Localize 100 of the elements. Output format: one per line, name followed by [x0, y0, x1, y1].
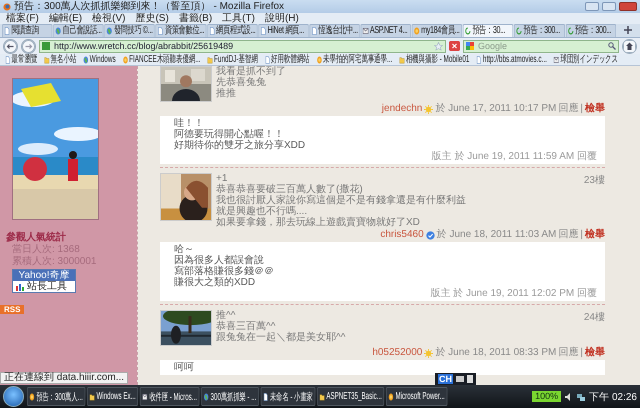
- page-icon: [209, 27, 215, 35]
- bookmark-item[interactable]: 無名小站: [41, 54, 80, 65]
- folder-icon: [208, 56, 213, 64]
- bookmark-item[interactable]: 好用軟體網站: [262, 54, 313, 65]
- clock: 下午 02:26: [589, 390, 637, 404]
- browser-tab[interactable]: 閱讀查詢: [2, 24, 52, 37]
- sun-icon: [424, 104, 434, 114]
- bookmark-item[interactable]: 相機與攝影 - Mobile01: [396, 54, 473, 65]
- globe-icon: [83, 56, 88, 64]
- stats-title: 參觀人氣統計: [6, 230, 66, 244]
- taskbar-item[interactable]: Microsoft Power...: [386, 387, 448, 406]
- bookmark-item[interactable]: 未學拍的阿宅萬事通學...: [313, 54, 396, 65]
- comment-text: 推^^: [216, 310, 236, 321]
- browser-tab[interactable]: 預告：300...: [514, 24, 565, 37]
- search-icon[interactable]: [608, 42, 616, 50]
- home-button[interactable]: [622, 38, 637, 54]
- bookmark-item[interactable]: Windows: [80, 54, 119, 65]
- comment-time: 於 June 17, 2011 10:17 PM: [435, 103, 556, 115]
- comment-text: 恭喜三百萬^^: [216, 321, 276, 332]
- reply-text: 哇！！: [174, 118, 204, 129]
- menu-item[interactable]: 歷史(S): [135, 13, 169, 24]
- circle-icon: [29, 392, 34, 400]
- author-link[interactable]: jendechn: [382, 103, 422, 115]
- bookmark-item[interactable]: 最常瀏覽: [2, 54, 40, 65]
- menu-item[interactable]: 說明(H): [264, 13, 299, 24]
- reply-text: 因為很多人都誤會說: [174, 255, 264, 266]
- author-link[interactable]: chris5460: [380, 229, 424, 241]
- browser-tab[interactable]: 預告：30...: [463, 24, 514, 37]
- report-link[interactable]: 檢舉: [585, 347, 605, 359]
- globe-icon: [55, 27, 62, 35]
- taskbar-item[interactable]: 未命名 - 小畫家: [260, 387, 316, 406]
- author-link[interactable]: h05252000: [372, 347, 422, 359]
- bookmark-item[interactable]: FIANCEE木頭聽表優網...: [120, 54, 204, 65]
- bookmark-item[interactable]: FundDJ-基智網: [204, 54, 261, 65]
- browser-tab[interactable]: 預告：300...: [565, 24, 616, 37]
- menu-item[interactable]: 書籤(B): [178, 13, 212, 24]
- sun-icon: [424, 348, 434, 358]
- address-field[interactable]: http://www.wretch.cc/blog/abrabbit/25619489: [39, 40, 446, 52]
- page-icon: [263, 392, 268, 400]
- minimize-button[interactable]: [585, 2, 599, 11]
- taskbar-item[interactable]: 300萬抓抓樂 - ...: [201, 387, 259, 406]
- page-icon: [5, 56, 10, 64]
- comment-text: 我也很討厭人家說你寫這個是不是有錢拿還是有什麼利益: [216, 195, 467, 206]
- start-button[interactable]: [3, 386, 24, 407]
- page-icon: [260, 27, 266, 35]
- reply-text: 阿德要玩得開心點喔！！: [174, 129, 284, 140]
- separator: |: [580, 103, 583, 115]
- folder-icon: [44, 56, 50, 64]
- comment-time: 於 June 18, 2011 11:03 AM: [436, 229, 556, 241]
- separator: |: [580, 347, 583, 359]
- star-icon[interactable]: [434, 42, 443, 50]
- language-indicator[interactable]: CH: [438, 374, 453, 384]
- firefox-icon: [3, 2, 11, 10]
- comment-text: 就是興趣也不行嗎....: [216, 206, 308, 217]
- spinner-icon: [465, 27, 471, 35]
- folder-icon: [320, 392, 325, 400]
- google-icon[interactable]: [466, 42, 474, 50]
- comment-text: 先恭喜兔兔: [216, 77, 267, 88]
- browser-tab[interactable]: 網頁程式設...: [206, 24, 258, 37]
- comment-text: 推推: [216, 88, 237, 99]
- page-icon: [476, 56, 482, 64]
- floor-number: 23樓: [584, 174, 605, 188]
- maximize-button[interactable]: [602, 2, 616, 11]
- menu-item[interactable]: 工具(T): [222, 13, 255, 24]
- spinner-icon: [516, 27, 522, 35]
- menu-item[interactable]: 檢視(V): [92, 13, 126, 24]
- folder-icon: [90, 392, 95, 400]
- report-link[interactable]: 檢舉: [585, 103, 605, 115]
- taskbar-item[interactable]: 預告：300萬人...: [27, 387, 86, 406]
- bookmark-item[interactable]: http://bbs.atmovies.c...: [473, 54, 550, 65]
- browser-tab[interactable]: HiNet 網頁...: [258, 24, 309, 37]
- taskbar-item[interactable]: 收件匣 - Micros...: [140, 387, 200, 406]
- menu-item[interactable]: 編輯(E): [48, 13, 82, 24]
- webmaster-badge[interactable]: Yahoo!奇摩 站長工具: [12, 269, 76, 293]
- report-link[interactable]: 檢舉: [585, 229, 605, 241]
- browser-tab[interactable]: my184會員...: [412, 24, 462, 37]
- search-field[interactable]: Google: [463, 40, 619, 52]
- reply-text: 賺很大之類的XDD: [174, 277, 256, 288]
- envelope-icon: [362, 27, 368, 35]
- globe-icon: [204, 392, 209, 400]
- reply-time: 版主 於 June 19, 2011 11:59 AM 回覆: [432, 151, 597, 162]
- checkmark-icon: [426, 230, 435, 240]
- bookmark-item[interactable]: 球団別インデックス: [550, 54, 622, 65]
- page-icon: [158, 27, 164, 35]
- back-button[interactable]: [3, 38, 18, 54]
- browser-tab[interactable]: ASP.NET 4...: [360, 24, 412, 37]
- network-icon[interactable]: [577, 392, 586, 400]
- comment-text: 如果要拿錢，那去玩線上遊戲賣寶物就好了XD: [216, 217, 421, 228]
- menu-item[interactable]: 檔案(F): [6, 13, 39, 24]
- taskbar-item[interactable]: Windows Ex...: [87, 387, 138, 406]
- browser-tab[interactable]: 自己會說話...: [53, 24, 104, 37]
- browser-tab[interactable]: 發問技巧 ©...: [104, 24, 155, 37]
- comment-text: 跟兔兔在一起＼都是美女耶^^: [216, 332, 346, 343]
- taskbar-item[interactable]: ASPNET35_Basic...: [317, 387, 384, 406]
- comment-text: 我看是抓不到了: [216, 66, 287, 77]
- browser-tab[interactable]: 恆逸台北中...: [309, 24, 360, 37]
- stop-button[interactable]: [449, 41, 460, 51]
- page-icon: [312, 27, 318, 35]
- browser-tab[interactable]: 資策會數位...: [156, 24, 206, 37]
- floor-number: 24樓: [584, 310, 605, 325]
